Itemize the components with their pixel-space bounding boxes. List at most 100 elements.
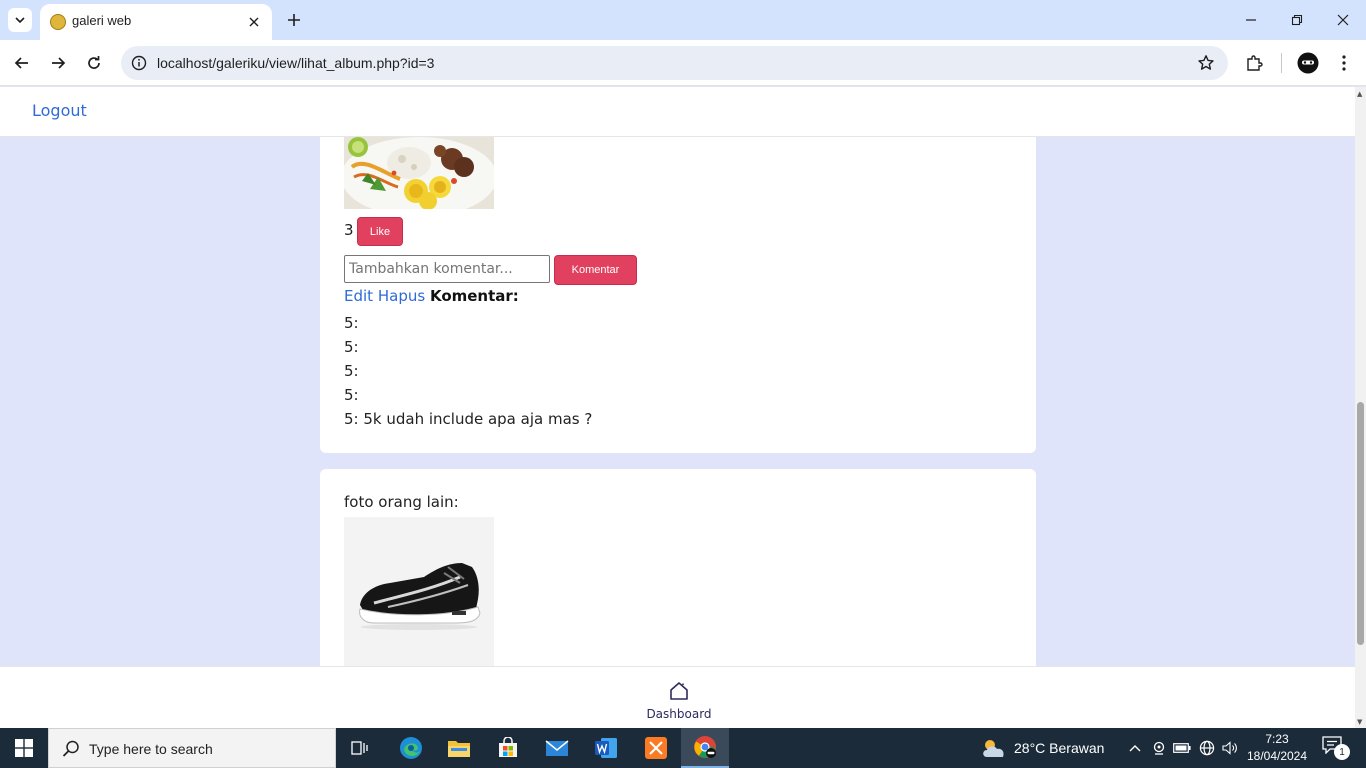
browser-tab[interactable]: galeri web	[40, 4, 272, 40]
edge-taskbar-app[interactable]	[387, 728, 435, 768]
start-button[interactable]	[0, 728, 48, 768]
mail-icon	[545, 740, 569, 756]
xampp-taskbar-app[interactable]	[632, 728, 680, 768]
file-explorer-taskbar-app[interactable]	[435, 728, 483, 768]
puzzle-icon	[1247, 55, 1263, 71]
dashboard-nav-item[interactable]: Dashboard	[644, 681, 714, 721]
bottom-navbar: Dashboard	[0, 666, 1355, 728]
others-photo-title: foto orang lain:	[344, 493, 459, 511]
reload-button[interactable]	[80, 49, 108, 77]
comment-item: 5:	[344, 314, 359, 332]
meet-now-tray-icon[interactable]	[1148, 728, 1170, 768]
weather-widget[interactable]	[980, 728, 1008, 768]
browser-toolbar: localhost/galeriku/view/lihat_album.php?…	[0, 40, 1366, 86]
address-bar[interactable]: localhost/galeriku/view/lihat_album.php?…	[121, 46, 1228, 80]
page-viewport: Logout 3 Like Tambahkan komentar... Kome…	[0, 87, 1355, 728]
arrow-left-icon	[14, 57, 28, 69]
close-icon	[249, 17, 259, 27]
home-icon	[670, 682, 688, 700]
scroll-up-arrow-icon[interactable]: ▲	[1357, 90, 1362, 98]
url-text[interactable]: localhost/galeriku/view/lihat_album.php?…	[157, 55, 434, 71]
profile-avatar-icon	[1297, 52, 1319, 74]
food-photo	[344, 137, 494, 209]
chrome-taskbar-app[interactable]	[681, 728, 729, 768]
volume-tray-icon[interactable]	[1219, 728, 1241, 768]
close-icon	[1337, 14, 1349, 26]
restore-button[interactable]	[1274, 0, 1320, 40]
profile-button[interactable]	[1294, 49, 1322, 77]
kebab-menu-icon	[1342, 55, 1346, 71]
battery-icon	[1173, 743, 1191, 753]
store-taskbar-app[interactable]	[484, 728, 532, 768]
speaker-icon	[1222, 741, 1237, 755]
logout-link[interactable]: Logout	[32, 101, 87, 120]
close-tab-button[interactable]	[244, 12, 264, 32]
comment-item: 5: 5k udah include apa aja mas ?	[344, 410, 593, 428]
reload-icon	[88, 56, 100, 69]
search-placeholder: Type here to search	[89, 741, 213, 757]
minimize-button[interactable]	[1228, 0, 1274, 40]
globe-network-icon	[1199, 740, 1215, 756]
network-tray-icon[interactable]	[1196, 728, 1218, 768]
like-count: 3	[344, 221, 354, 239]
shoe-photo	[344, 517, 494, 667]
post-actions: Edit Hapus Komentar:	[344, 287, 519, 309]
notification-center-button[interactable]: 1	[1322, 736, 1350, 760]
browser-menu-button[interactable]	[1330, 49, 1358, 77]
scroll-down-arrow-icon[interactable]: ▼	[1357, 718, 1362, 726]
weather-text[interactable]: 28°C Berawan	[1014, 740, 1104, 756]
photo-card: 3 Like Komentar Edit Hapus Komentar: 5: …	[320, 107, 1036, 453]
new-tab-button[interactable]	[282, 8, 306, 32]
chevron-down-icon	[15, 17, 25, 24]
dashboard-label: Dashboard	[646, 707, 712, 721]
comment-item: 5:	[344, 386, 359, 404]
toolbar-divider	[1281, 53, 1282, 73]
back-button[interactable]	[8, 49, 36, 77]
taskbar-clock[interactable]: 7:23 18/04/2024	[1244, 731, 1310, 765]
arrow-right-icon	[52, 57, 66, 69]
search-icon	[62, 740, 79, 757]
battery-tray-icon[interactable]	[1171, 728, 1193, 768]
scrollbar-thumb[interactable]	[1357, 402, 1364, 645]
show-hidden-icons-button[interactable]	[1124, 728, 1146, 768]
windows-logo-icon	[15, 739, 33, 757]
word-taskbar-app[interactable]	[582, 728, 630, 768]
edge-icon	[400, 737, 422, 759]
xampp-icon	[645, 737, 667, 759]
site-info-icon[interactable]	[129, 53, 149, 73]
clock-date: 18/04/2024	[1246, 749, 1308, 763]
tab-search-button[interactable]	[8, 8, 32, 32]
windows-taskbar: Type here to search 28°C Berawan 7:23 18…	[0, 728, 1366, 768]
edit-link[interactable]: Edit	[344, 287, 373, 305]
submit-comment-button[interactable]: Komentar	[554, 255, 637, 285]
delete-link[interactable]: Hapus	[378, 287, 425, 305]
comment-item: 5:	[344, 338, 359, 356]
forward-button[interactable]	[44, 49, 72, 77]
like-button[interactable]: Like	[357, 217, 403, 246]
chevron-up-icon	[1129, 745, 1141, 752]
bookmark-star-icon[interactable]	[1196, 53, 1216, 73]
webcam-icon	[1153, 741, 1165, 755]
task-view-button[interactable]	[336, 728, 384, 768]
top-navbar: Logout	[0, 87, 1355, 137]
task-view-icon	[351, 741, 368, 755]
tab-title: galeri web	[72, 13, 132, 28]
browser-tab-strip: galeri web	[0, 0, 1366, 40]
folder-icon	[448, 741, 470, 757]
favicon-icon	[50, 14, 66, 30]
page-scrollbar[interactable]: ▲ ▼	[1355, 87, 1366, 728]
comment-list: 5: 5: 5: 5: 5: 5k udah include apa aja m…	[344, 311, 592, 431]
comment-item: 5:	[344, 362, 359, 380]
store-icon	[499, 737, 517, 757]
restore-icon	[1291, 14, 1303, 26]
taskbar-search-box[interactable]: Type here to search	[48, 728, 336, 768]
extensions-button[interactable]	[1240, 49, 1268, 77]
word-icon	[595, 738, 617, 758]
mail-taskbar-app[interactable]	[533, 728, 581, 768]
notification-badge: 1	[1334, 744, 1350, 760]
clock-time: 7:23	[1265, 732, 1289, 746]
comment-input[interactable]	[344, 255, 550, 283]
cloudy-weather-icon	[983, 740, 1004, 757]
plus-icon	[288, 14, 300, 26]
close-window-button[interactable]	[1320, 0, 1366, 40]
